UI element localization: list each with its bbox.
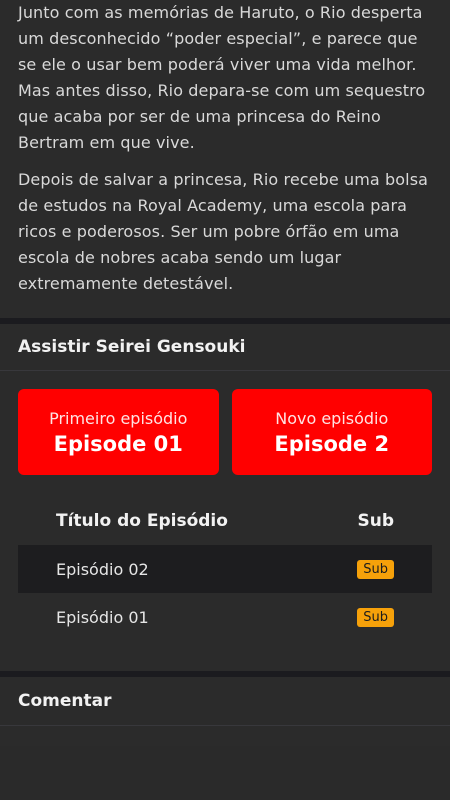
episode-title[interactable]: Episódio 02: [56, 560, 149, 579]
comments-section-title: Comentar: [18, 691, 112, 711]
watch-section-title: Assistir Seirei Gensouki: [18, 337, 246, 357]
first-episode-number: Episode 01: [53, 431, 183, 456]
column-header-sub: Sub: [357, 511, 394, 531]
comments-area: [0, 726, 450, 746]
episode-buttons: Primeiro episódio Episode 01 Novo episód…: [18, 389, 432, 475]
watch-section-header: Assistir Seirei Gensouki: [0, 324, 450, 371]
comments-section-header: Comentar: [0, 677, 450, 726]
first-episode-button[interactable]: Primeiro episódio Episode 01: [18, 389, 219, 475]
episode-table-header: Título do Episódio Sub: [18, 497, 432, 545]
sub-badge: Sub: [357, 559, 394, 579]
latest-episode-label: Novo episódio: [275, 408, 389, 428]
episode-table: Título do Episódio Sub Episódio 02 Sub E…: [18, 497, 432, 641]
episode-title[interactable]: Episódio 01: [56, 608, 149, 627]
synopsis-paragraph-2: Depois de salvar a princesa, Rio recebe …: [18, 170, 429, 293]
first-episode-label: Primeiro episódio: [49, 408, 188, 428]
latest-episode-button[interactable]: Novo episódio Episode 2: [231, 389, 432, 475]
sub-badge: Sub: [357, 607, 394, 627]
watch-section: Primeiro episódio Episode 01 Novo episód…: [0, 371, 450, 671]
column-header-title: Título do Episódio: [56, 511, 228, 531]
table-row[interactable]: Episódio 02 Sub: [18, 545, 432, 593]
synopsis-section: Junto com as memórias de Haruto, o Rio d…: [0, 0, 450, 318]
synopsis-paragraph-1: Junto com as memórias de Haruto, o Rio d…: [18, 3, 426, 152]
table-row[interactable]: Episódio 01 Sub: [18, 593, 432, 641]
latest-episode-number: Episode 2: [274, 431, 390, 456]
